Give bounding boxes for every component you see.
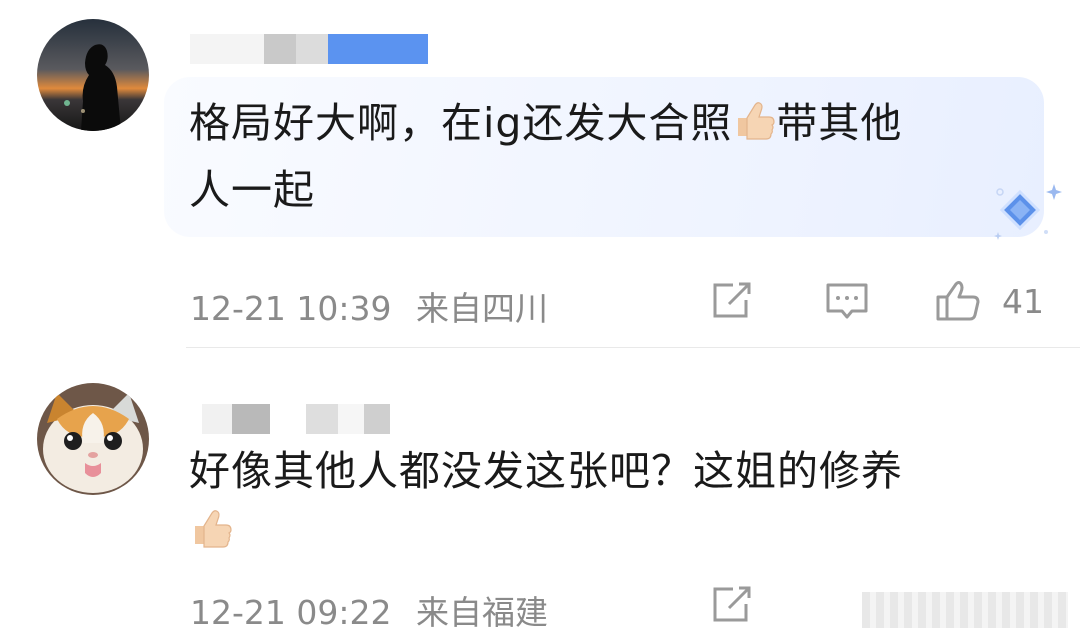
username-blurred[interactable] [202, 404, 390, 434]
share-edit-icon [713, 282, 751, 318]
comment-meta: 12-21 09:22 来自福建 [190, 586, 548, 634]
comment-icon [826, 283, 868, 319]
comment-text-line [189, 496, 233, 569]
watermark-blurred [862, 592, 1068, 628]
comment-text-line: 人一起 [189, 166, 315, 214]
comment-item: 格局好大啊，在ig还发大合照带其他 人一起 12-21 10:39 来自四川 [0, 0, 1080, 348]
location: 来自四川 [415, 289, 548, 328]
timestamp: 12-21 10:39 [190, 289, 392, 328]
comment-text: 格局好大啊，在ig还发大合照 带其他 [189, 88, 902, 161]
timestamp: 12-21 09:22 [190, 593, 392, 632]
location: 来自福建 [415, 593, 548, 632]
repost-button[interactable] [711, 586, 753, 628]
share-edit-icon [713, 586, 751, 622]
thumbs-up-icon [732, 91, 776, 161]
thumbs-up-icon [189, 499, 233, 569]
comment-text: 好像其他人都没发这张吧？这姐的修养 [189, 447, 903, 495]
comment-text-part: 格局好大啊，在ig还发大合照 [189, 99, 733, 147]
comment-button[interactable] [825, 282, 869, 326]
like-button[interactable] [935, 280, 983, 326]
like-icon [936, 281, 980, 321]
comment-text-part: 带其他 [776, 99, 903, 147]
comment-item: 好像其他人都没发这张吧？这姐的修养 12-21 09:22 来自福建 [0, 348, 1080, 639]
avatar[interactable] [37, 19, 149, 131]
avatar[interactable] [37, 383, 149, 495]
like-count: 41 [1002, 282, 1044, 321]
vip-diamond-icon [990, 180, 1062, 242]
repost-button[interactable] [711, 282, 753, 324]
username-blurred[interactable] [190, 34, 428, 64]
comment-meta: 12-21 10:39 来自四川 [190, 282, 548, 330]
